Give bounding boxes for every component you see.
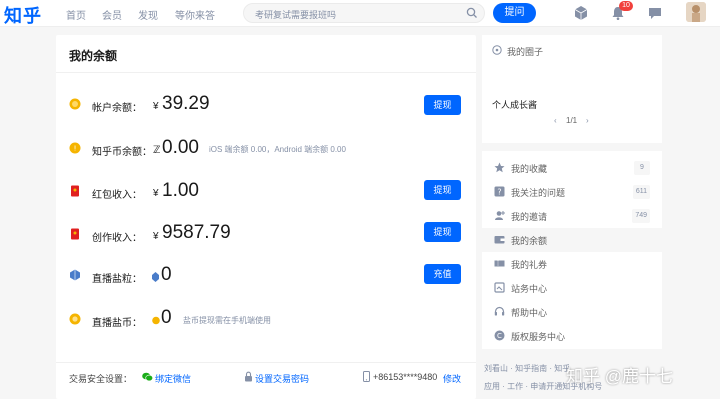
count-badge: 9: [634, 161, 650, 175]
salt-grain-amount: 0: [161, 264, 172, 285]
pager-next[interactable]: ›: [586, 116, 589, 125]
currency-symbol: ¥: [153, 188, 159, 199]
coupon-icon: [494, 260, 505, 267]
invite-icon: [495, 211, 505, 220]
question-icon: ?: [494, 186, 505, 197]
count-badge: 749: [632, 209, 650, 223]
svg-text:?: ?: [497, 188, 501, 197]
wallet-card: 我的余额 帐户余额： ¥ 39.29 提现 ! 知乎币余额： ℤ 0.00 iO…: [56, 35, 476, 399]
wallet-icon: [494, 236, 505, 244]
circle-icon: [492, 45, 502, 55]
sidebar-item-help-center[interactable]: 帮助中心: [482, 300, 662, 324]
count-badge: 611: [632, 185, 650, 199]
sidebar-item-copyright[interactable]: C 版权服务中心: [482, 324, 662, 348]
zhihu-coin-amount: 0.00: [162, 137, 199, 158]
withdraw-button[interactable]: 提现: [424, 180, 461, 200]
sidebar-item-invitations[interactable]: 我的邀请 749: [482, 204, 662, 228]
nav-home[interactable]: 首页: [66, 7, 86, 22]
creation-income-label: 创作收入：: [92, 233, 142, 244]
bind-wechat-link[interactable]: 绑定微信: [155, 372, 191, 385]
sidebar-item-label: 我的收藏: [511, 164, 548, 174]
ask-question-button[interactable]: 提问: [493, 3, 536, 23]
security-settings-label: 交易安全设置：: [69, 374, 133, 384]
currency-symbol: ¥: [153, 231, 159, 242]
circle-card: 我的圈子 个人成长酱 ‹ 1/1 ›: [482, 35, 662, 143]
salt-coin-amount: 0: [161, 307, 172, 328]
nav-vip[interactable]: 会员: [102, 7, 122, 22]
salt-grain-icon: [70, 269, 80, 281]
site-center-icon: [494, 282, 505, 293]
pager-prev[interactable]: ‹: [554, 116, 557, 125]
page-title: 我的余额: [69, 49, 118, 63]
salt-coin-icon: [69, 313, 81, 325]
red-packet-icon: [71, 185, 79, 197]
avatar[interactable]: [686, 2, 706, 22]
sidebar-item-site-center[interactable]: 站务中心: [482, 276, 662, 300]
nav-discover[interactable]: 发现: [138, 7, 158, 22]
search-placeholder: 考研复试需要报班吗: [255, 10, 337, 20]
help-icon: [494, 306, 505, 316]
coin-icon: [69, 98, 81, 110]
recharge-button[interactable]: 充值: [424, 264, 461, 284]
zhihu-logo[interactable]: 知乎: [4, 2, 42, 28]
salt-grain-label: 直播盐粒：: [92, 274, 142, 285]
sidebar-item-label: 我的余额: [511, 236, 548, 246]
salt-coin-note: 盐币提现需在手机端使用: [183, 316, 271, 325]
salt-grain-small-icon: [152, 272, 159, 282]
zhihu-coin-label: 知乎币余额：: [92, 147, 152, 158]
notification-badge: 10: [619, 1, 633, 11]
pager-indicator: 1/1: [566, 116, 578, 125]
watermark: 知乎 @鹿十七: [566, 367, 673, 386]
star-icon: [494, 162, 505, 173]
sidebar-item-label: 版权服务中心: [511, 332, 566, 342]
sidebar-item-label: 我关注的问题: [511, 188, 566, 198]
phone-icon: [363, 371, 370, 382]
my-circle-link[interactable]: 我的圈子: [507, 45, 543, 58]
footer-links-line1[interactable]: 刘看山 · 知乎指南 · 知乎: [484, 363, 570, 374]
nav-waiting-answer[interactable]: 等你来答: [175, 7, 215, 22]
phone-number: +86153****9480: [373, 372, 438, 382]
modify-phone-link[interactable]: 修改: [443, 372, 461, 385]
withdraw-button[interactable]: 提现: [424, 222, 461, 242]
sidebar-item-followed-questions[interactable]: ? 我关注的问题 611: [482, 180, 662, 204]
creation-income-amount: 9587.79: [162, 222, 231, 243]
currency-symbol: ¥: [153, 101, 159, 112]
zhihu-coin-icon: !: [69, 142, 81, 154]
account-balance-amount: 39.29: [162, 93, 210, 114]
lock-icon: [245, 371, 252, 382]
sidebar-menu: 我的收藏 9 ? 我关注的问题 611 我的邀请 749 我的余额 我的礼券 站…: [482, 151, 662, 349]
account-balance-label: 帐户余额：: [92, 103, 142, 114]
red-packet-amount: 1.00: [162, 180, 199, 201]
growth-label: 个人成长酱: [492, 100, 538, 110]
red-packet-label: 红包收入：: [92, 190, 142, 201]
creation-income-icon: [71, 228, 79, 240]
top-nav-bar: 知乎 首页 会员 发现 等你来答 考研复试需要报班吗 提问 10: [0, 0, 720, 27]
wechat-icon: [142, 372, 153, 382]
svg-text:C: C: [497, 332, 502, 340]
divider: [56, 362, 476, 363]
sidebar-item-label: 站务中心: [511, 284, 548, 294]
sidebar-item-favorites[interactable]: 我的收藏 9: [482, 156, 662, 180]
sidebar-item-balance[interactable]: 我的余额: [482, 228, 662, 252]
chat-icon[interactable]: [647, 5, 663, 21]
set-trade-password-link[interactable]: 设置交易密码: [255, 372, 309, 385]
divider: [56, 72, 476, 73]
svg-text:!: !: [74, 145, 77, 153]
salt-coin-small-icon: [152, 316, 160, 325]
sidebar-item-label: 我的邀请: [511, 212, 548, 222]
sidebar-item-label: 帮助中心: [511, 308, 548, 318]
search-icon[interactable]: [466, 7, 478, 19]
sidebar-item-coupons[interactable]: 我的礼券: [482, 252, 662, 276]
salt-coin-label: 直播盐币：: [92, 318, 142, 329]
currency-symbol: ℤ: [153, 145, 161, 156]
search-input[interactable]: 考研复试需要报班吗: [243, 3, 485, 23]
withdraw-button[interactable]: 提现: [424, 95, 461, 115]
cube-icon[interactable]: [573, 5, 589, 21]
copyright-icon: C: [494, 330, 505, 341]
sidebar-item-label: 我的礼券: [511, 260, 548, 270]
zhihu-coin-note: iOS 端余额 0.00，Android 端余额 0.00: [209, 145, 346, 154]
